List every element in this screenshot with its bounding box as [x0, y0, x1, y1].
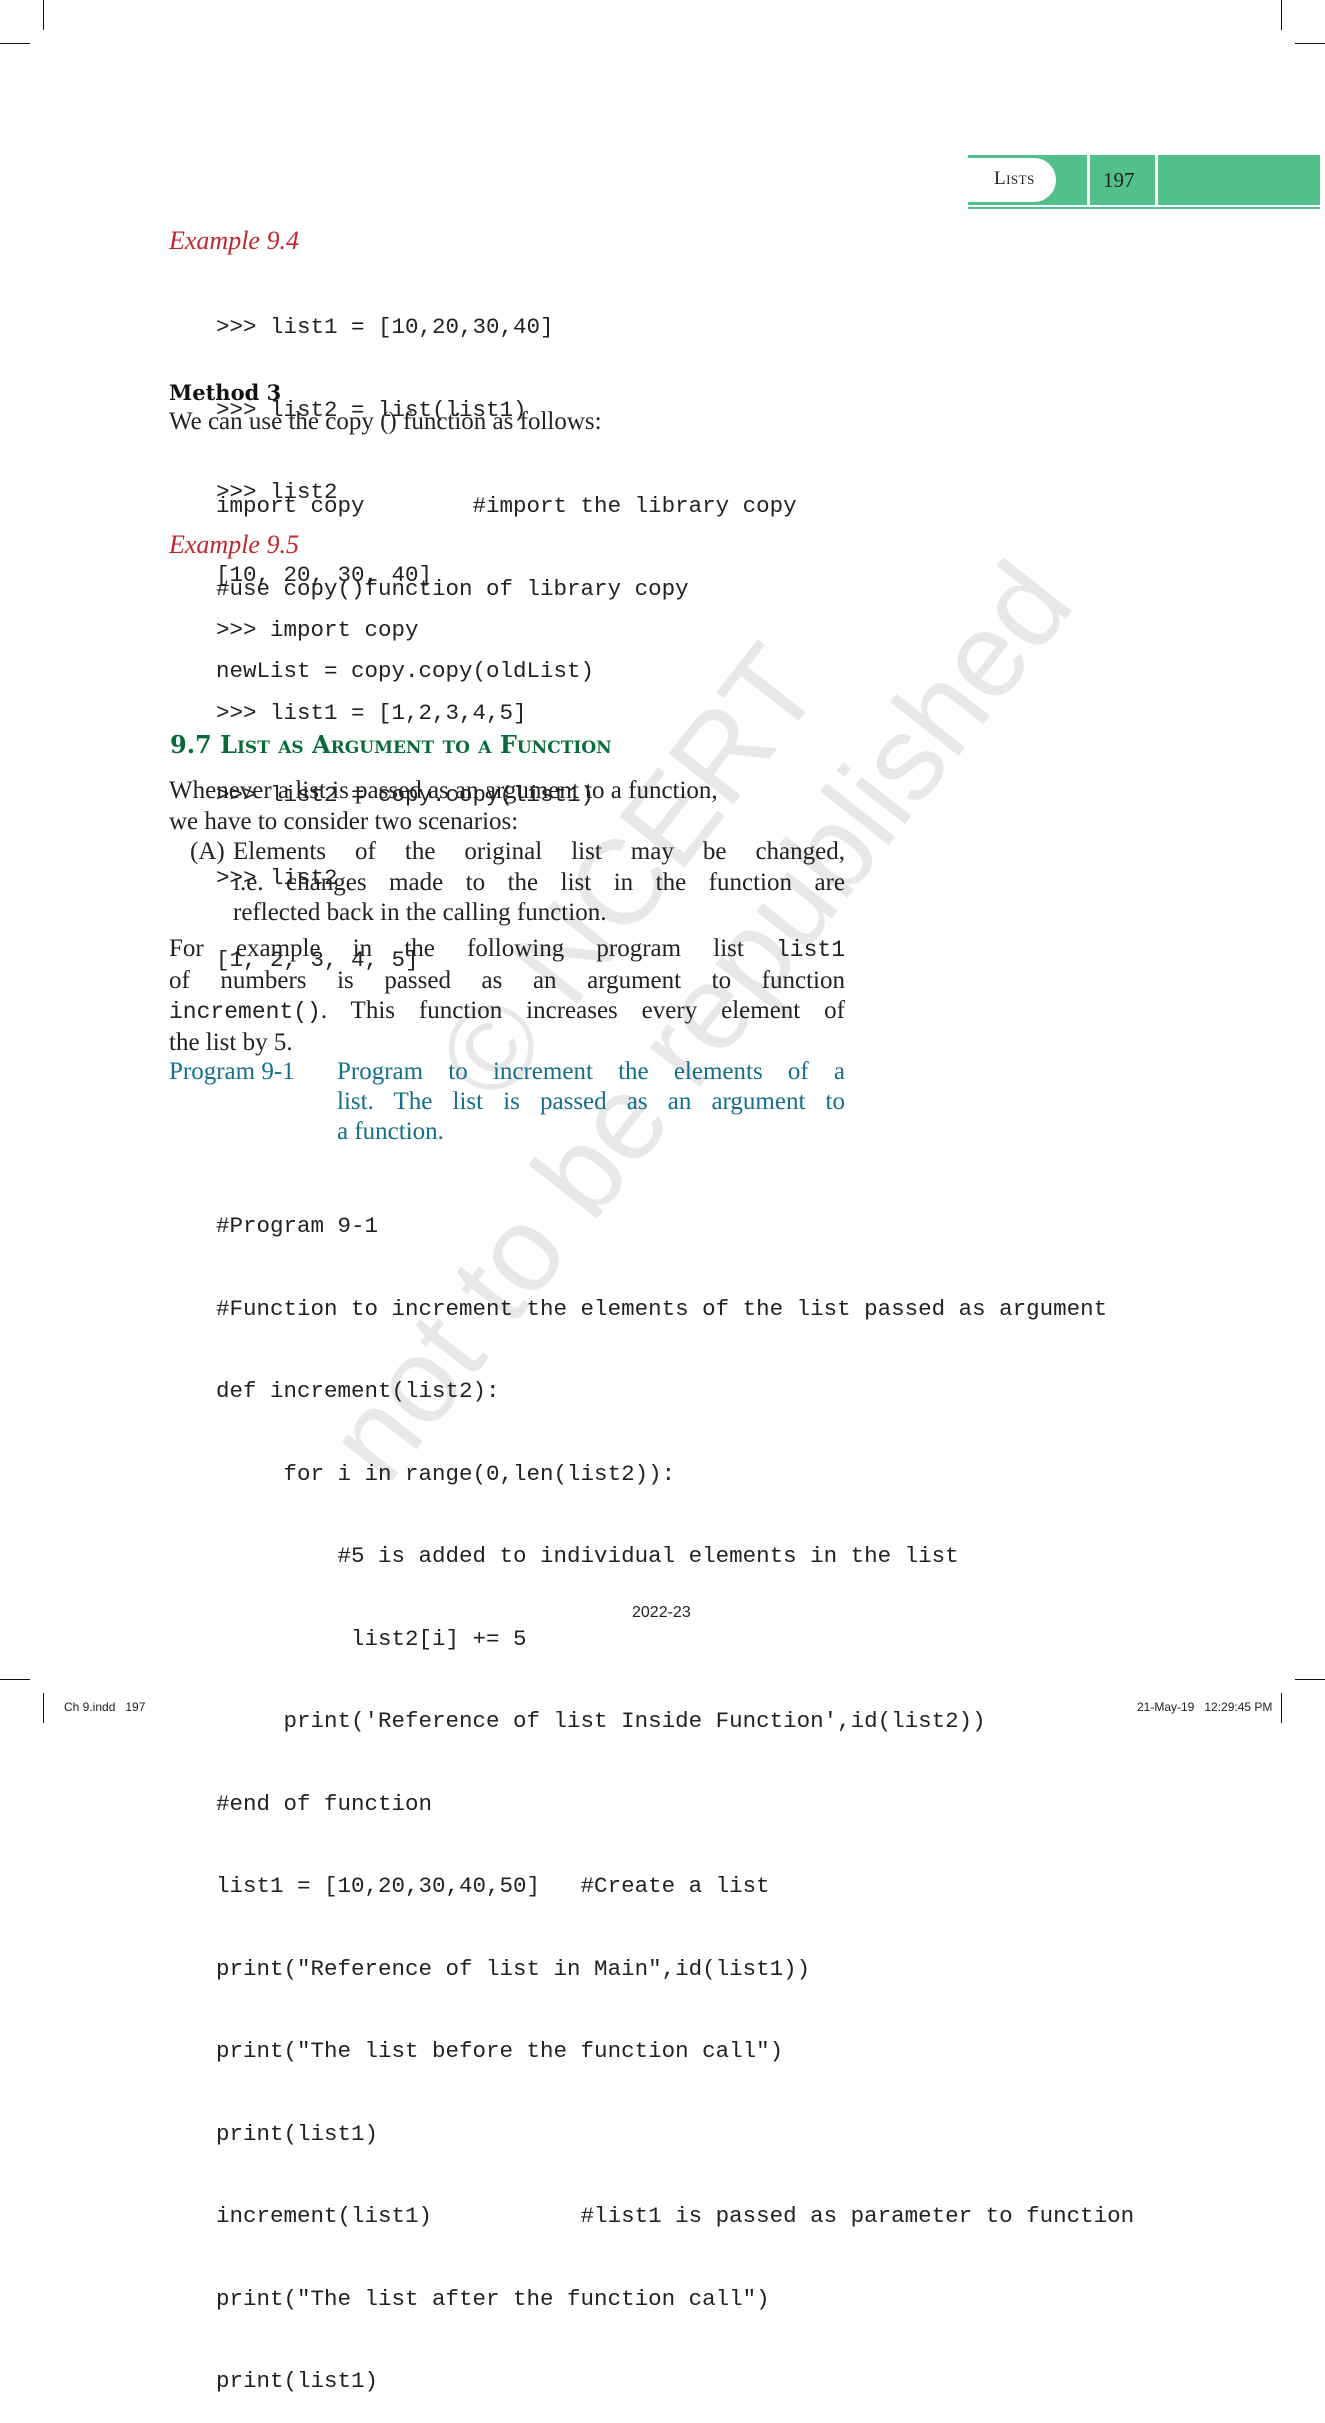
inline-code: increment()	[169, 999, 321, 1025]
text-line: we have to consider two scenarios:	[169, 807, 519, 835]
code-line: #Program 9-1	[216, 1213, 379, 1239]
footer-year: 2022-23	[632, 1604, 691, 1621]
text-line: the list by 5.	[169, 1028, 293, 1056]
slug-left: Ch 9.indd 197	[64, 1700, 146, 1714]
section-intro: Whenever a list is passed as an argument…	[169, 776, 718, 837]
code-line: print("The list after the function call"…	[216, 2285, 770, 2312]
header-divider	[1087, 155, 1090, 205]
code-line: print("Reference of list in Main",id(lis…	[216, 1955, 811, 1982]
text-line: of numbers is passed as an argument to f…	[169, 966, 845, 994]
code-line: for i in range(0,len(list2)):	[216, 1460, 676, 1487]
code-line: >>> import copy	[216, 617, 419, 643]
text-line: For example in the following program lis…	[169, 934, 845, 966]
crop-mark-bottom-left-h	[0, 1679, 30, 1680]
text-line: Elements of the original list may be cha…	[233, 838, 845, 865]
crop-mark-bottom-right-h	[1295, 1679, 1325, 1680]
example-heading: Example 9.5	[169, 530, 299, 559]
crop-mark-top-left-v	[43, 0, 44, 30]
code-line: print('Reference of list Inside Function…	[216, 1708, 986, 1734]
program-caption: Program to increment the elements of a l…	[337, 1057, 845, 1147]
program-label: Program 9-1	[169, 1058, 295, 1085]
caption-line: Program to increment the elements of a	[337, 1058, 845, 1085]
slug-right: 21-May-19 12:29:45 PM	[1137, 1700, 1273, 1714]
text-line: Whenever a list is passed as an argument…	[169, 777, 718, 804]
chapter-title: Lists	[994, 168, 1035, 189]
example-paragraph: For example in the following program lis…	[169, 934, 845, 1058]
text-line: increment(). This function increases eve…	[169, 996, 845, 1028]
header-rule	[968, 207, 1320, 209]
code-line: #Function to increment the elements of t…	[216, 1295, 1108, 1322]
page-number: 197	[1103, 168, 1135, 192]
caption-line: a function.	[337, 1118, 444, 1145]
crop-mark-top-left-h	[0, 43, 30, 44]
text-line: reflected back in the calling function.	[233, 899, 607, 926]
crop-mark-top-right-v	[1281, 0, 1282, 30]
text-span: . This function increases every element …	[320, 997, 845, 1024]
code-line: >>> list1 = [1,2,3,4,5]	[216, 699, 527, 726]
inline-code: list1	[776, 937, 846, 963]
scenario-a-marker: (A)	[190, 838, 225, 865]
code-line: list1 = [10,20,30,40,50] #Create a list	[216, 1873, 770, 1899]
code-line: #end of function	[216, 1790, 433, 1817]
method-intro: We can use the copy () function as follo…	[169, 408, 602, 435]
crop-mark-bottom-right-v	[1281, 1693, 1282, 1723]
code-line: >>> list1 = [10,20,30,40]	[216, 314, 554, 340]
code-line: list2[i] += 5	[216, 1625, 527, 1652]
code-line: #5 is added to individual elements in th…	[216, 1543, 959, 1569]
section-heading: 9.7 List as Argument to a Function	[170, 730, 612, 759]
code-line: print(list1)	[216, 2368, 379, 2394]
example-heading: Example 9.4	[169, 226, 299, 255]
header-divider	[1155, 155, 1158, 205]
code-line: increment(list1) #list1 is passed as par…	[216, 2203, 1135, 2229]
code-line: import copy #import the library copy	[216, 493, 797, 519]
crop-mark-bottom-left-v	[43, 1693, 44, 1723]
code-line: print(list1)	[216, 2120, 379, 2147]
code-block-program-9-1: #Program 9-1 #Function to increment the …	[216, 1158, 1134, 2423]
caption-line: list. The list is passed as an argument …	[337, 1088, 845, 1115]
code-line: print("The list before the function call…	[216, 2038, 784, 2064]
text-span: For example in the following program lis…	[169, 935, 744, 962]
text-line: i.e. changes made to the list in the fun…	[233, 868, 845, 896]
crop-mark-top-right-h	[1295, 43, 1325, 44]
code-line: def increment(list2):	[216, 1378, 500, 1404]
method-heading: Method 3	[169, 380, 282, 405]
scenario-a-text: Elements of the original list may be cha…	[233, 837, 845, 929]
